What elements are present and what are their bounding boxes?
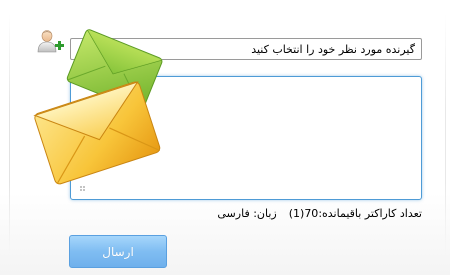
language-value: فارسی (217, 206, 250, 220)
yellow-envelope-icon (33, 81, 161, 185)
panel-left-border (9, 14, 10, 254)
panel-right-border (445, 14, 446, 254)
remaining-characters-value: 70(1) (288, 206, 319, 220)
send-button[interactable]: ارسال (69, 235, 167, 268)
remaining-characters-label: تعداد کاراکتر باقیمانده: (318, 206, 422, 220)
language-label: زبان: (253, 206, 277, 220)
sms-form-panel: گیرنده مورد نظر خود را انتخاب کنید تعداد… (0, 0, 450, 275)
send-button-label: ارسال (102, 244, 134, 259)
character-counter: تعداد کاراکتر باقیمانده: 70(1) زبان: فار… (190, 205, 422, 221)
